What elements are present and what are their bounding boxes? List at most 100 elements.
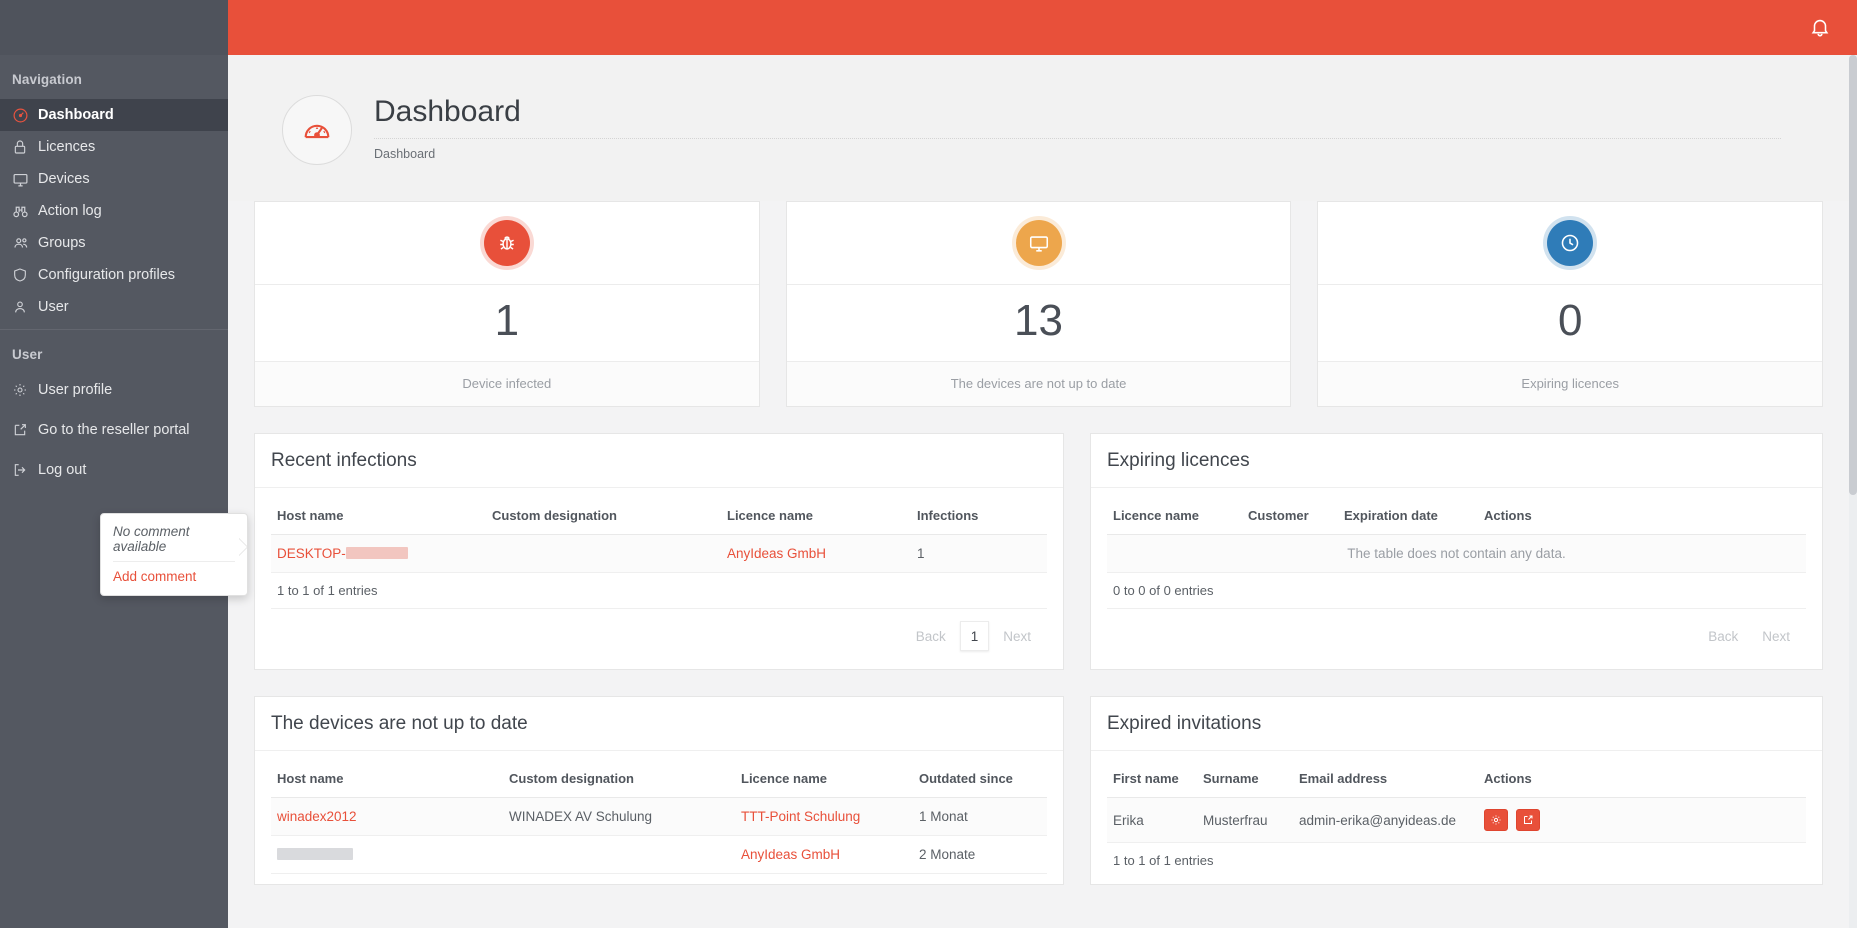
table-header-row: Licence name Customer Expiration date Ac… xyxy=(1107,496,1806,535)
column-licence-name[interactable]: Licence name xyxy=(735,759,913,798)
page-scrollbar-thumb[interactable] xyxy=(1849,55,1857,495)
sidebar-item-label: Configuration profiles xyxy=(38,267,176,283)
page-title-rule xyxy=(374,137,1781,139)
cell-outdated-since: 1 Monat xyxy=(913,797,1047,836)
panel-recent-infections: Recent infections Host name Custom desig… xyxy=(254,433,1064,670)
empty-message: The table does not contain any data. xyxy=(1107,534,1806,573)
pagination-page-1[interactable]: 1 xyxy=(959,621,990,651)
sidebar-item-action-log[interactable]: Action log xyxy=(0,195,228,227)
column-first-name[interactable]: First name xyxy=(1107,759,1197,798)
stat-card-devices-outdated[interactable]: 13 The devices are not up to date xyxy=(785,201,1292,407)
column-customer[interactable]: Customer xyxy=(1242,496,1338,535)
column-surname[interactable]: Surname xyxy=(1197,759,1293,798)
table-row[interactable]: Erika Musterfrau admin-erika@anyideas.de xyxy=(1107,797,1806,843)
cell-custom-designation xyxy=(486,534,721,573)
sidebar-brand xyxy=(0,0,228,55)
cell-custom-designation xyxy=(503,835,735,874)
sidebar-item-label: Devices xyxy=(38,171,90,187)
stat-value: 1 xyxy=(255,284,759,361)
host-link[interactable]: DESKTOP- xyxy=(277,546,346,561)
monitor-icon xyxy=(12,171,38,188)
page-gauge-icon xyxy=(282,95,352,165)
cell-licence-name: TTT-Point Schulung xyxy=(735,797,913,836)
stat-card-expiring-licences[interactable]: 0 Expiring licences xyxy=(1317,201,1824,407)
licence-link[interactable]: AnyIdeas GmbH xyxy=(741,847,840,862)
column-custom-designation[interactable]: Custom designation xyxy=(503,759,735,798)
bell-icon[interactable] xyxy=(1809,16,1831,38)
logout-icon xyxy=(12,462,38,478)
sidebar-item-licences[interactable]: Licences xyxy=(0,131,228,163)
panel-expiring-licences: Expiring licences Licence name Customer … xyxy=(1090,433,1823,670)
panel-title: The devices are not up to date xyxy=(255,697,1063,751)
stat-card-device-infected[interactable]: 1 Device infected xyxy=(254,201,760,407)
panel-title: Recent infections xyxy=(255,434,1063,488)
column-host-name[interactable]: Host name xyxy=(271,496,486,535)
column-email-address[interactable]: Email address xyxy=(1293,759,1478,798)
comment-popover: No comment available Add comment xyxy=(100,513,248,596)
table-row[interactable]: winadex2012 WINADEX AV Schulung TTT-Poin… xyxy=(271,797,1047,836)
sidebar-item-groups[interactable]: Groups xyxy=(0,227,228,259)
sidebar-item-label: Dashboard xyxy=(38,107,114,123)
column-licence-name[interactable]: Licence name xyxy=(721,496,911,535)
bug-icon xyxy=(483,220,530,266)
table-row[interactable]: DESKTOP- AnyIdeas GmbH 1 xyxy=(271,534,1047,573)
devices-outdated-table: Host name Custom designation Licence nam… xyxy=(271,759,1047,874)
topbar xyxy=(228,0,1857,55)
main-content: Dashboard Dashboard 1 Device infected 13… xyxy=(228,55,1849,928)
sidebar-item-label: Log out xyxy=(38,462,87,478)
column-expiration-date[interactable]: Expiration date xyxy=(1338,496,1478,535)
popover-note: No comment available xyxy=(113,524,235,562)
monitor-icon xyxy=(1015,220,1062,266)
page-header: Dashboard Dashboard xyxy=(228,55,1849,201)
pagination-back[interactable]: Back xyxy=(1698,621,1748,651)
pagination-next[interactable]: Next xyxy=(993,621,1041,651)
column-actions[interactable]: Actions xyxy=(1478,496,1806,535)
pagination-next[interactable]: Next xyxy=(1752,621,1800,651)
panel-expired-invitations: Expired invitations First name Surname E… xyxy=(1090,696,1823,885)
table-header-row: Host name Custom designation Licence nam… xyxy=(271,759,1047,798)
expiring-licences-table: Licence name Customer Expiration date Ac… xyxy=(1107,496,1806,573)
panel-row-2: The devices are not up to date Host name… xyxy=(228,670,1849,885)
sidebar-item-dashboard[interactable]: Dashboard xyxy=(0,99,228,131)
column-outdated-since[interactable]: Outdated since xyxy=(913,759,1047,798)
stat-label: Device infected xyxy=(255,361,759,406)
sidebar-heading-user: User xyxy=(12,347,43,362)
add-comment-link[interactable]: Add comment xyxy=(113,569,235,584)
shield-icon xyxy=(12,267,38,283)
licence-link[interactable]: AnyIdeas GmbH xyxy=(727,546,826,561)
pagination: Back 1 Next xyxy=(271,608,1047,659)
sidebar-item-user[interactable]: User xyxy=(0,291,228,323)
cell-email-address: admin-erika@anyideas.de xyxy=(1293,797,1478,843)
sidebar-item-label: Action log xyxy=(38,203,102,219)
sidebar-item-user-profile[interactable]: User profile xyxy=(0,374,228,406)
entries-count: 1 to 1 of 1 entries xyxy=(1113,853,1214,868)
licence-link[interactable]: TTT-Point Schulung xyxy=(741,809,860,824)
sidebar-item-label: User xyxy=(38,299,69,315)
table-row[interactable]: AnyIdeas GmbH 2 Monate xyxy=(271,835,1047,874)
sidebar-item-devices[interactable]: Devices xyxy=(0,163,228,195)
column-custom-designation[interactable]: Custom designation xyxy=(486,496,721,535)
sidebar-item-reseller-portal[interactable]: Go to the reseller portal xyxy=(0,414,228,446)
sidebar-item-label: Licences xyxy=(38,139,96,155)
clock-icon xyxy=(1547,220,1594,266)
sidebar-item-logout[interactable]: Log out xyxy=(0,454,228,486)
column-infections[interactable]: Infections xyxy=(911,496,1047,535)
users-icon xyxy=(12,234,38,252)
pagination-back[interactable]: Back xyxy=(906,621,956,651)
panel-title: Expired invitations xyxy=(1091,697,1822,751)
resend-icon[interactable] xyxy=(1515,809,1540,831)
column-host-name[interactable]: Host name xyxy=(271,759,503,798)
gear-icon[interactable] xyxy=(1484,809,1508,831)
cell-actions xyxy=(1478,797,1806,843)
cell-licence-name: AnyIdeas GmbH xyxy=(721,534,911,573)
sidebar-item-configuration-profiles[interactable]: Configuration profiles xyxy=(0,259,228,291)
host-link[interactable]: winadex2012 xyxy=(277,809,357,824)
table-empty-row: The table does not contain any data. xyxy=(1107,534,1806,573)
column-licence-name[interactable]: Licence name xyxy=(1107,496,1242,535)
recent-infections-table: Host name Custom designation Licence nam… xyxy=(271,496,1047,573)
stat-value: 0 xyxy=(1318,284,1823,361)
sidebar-item-label: User profile xyxy=(38,382,113,398)
cell-host-name: DESKTOP- xyxy=(271,534,486,573)
page-title: Dashboard xyxy=(374,95,521,128)
column-actions[interactable]: Actions xyxy=(1478,759,1806,798)
